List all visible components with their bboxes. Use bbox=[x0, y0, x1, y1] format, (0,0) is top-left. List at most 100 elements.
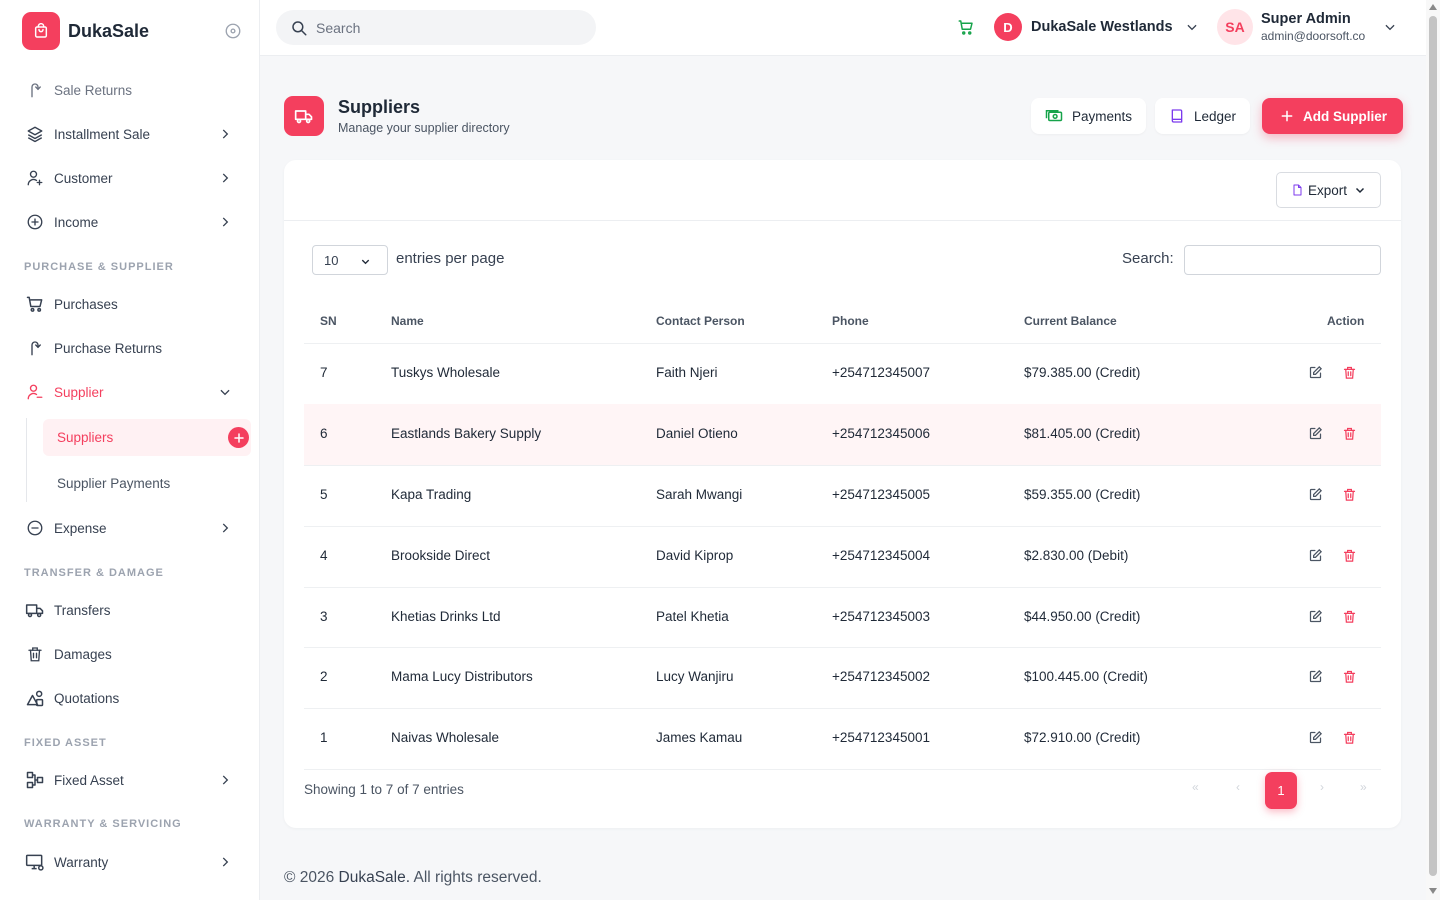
section-label-purchase: PURCHASE & SUPPLIER bbox=[24, 261, 174, 273]
sidebar-item-sale-returns[interactable]: Sale Returns bbox=[24, 72, 236, 108]
add-supplier-button[interactable]: Add Supplier bbox=[1262, 98, 1403, 134]
edit-icon[interactable] bbox=[1308, 487, 1323, 502]
table-row[interactable]: 3 Khetias Drinks Ltd Patel Khetia +25471… bbox=[304, 587, 1381, 648]
entries-value: 10 bbox=[324, 252, 339, 268]
table-row[interactable]: 4 Brookside Direct David Kiprop +2547123… bbox=[304, 526, 1381, 587]
divider bbox=[284, 220, 1401, 221]
footer-rights: All rights reserved. bbox=[413, 869, 542, 886]
chevron-right-icon bbox=[218, 127, 232, 141]
topbar: D DukaSale Westlands SA Super Admin admi… bbox=[260, 0, 1426, 56]
cell-contact: Lucy Wanjiru bbox=[656, 669, 734, 684]
sidebar-item-label: Quotations bbox=[54, 690, 120, 706]
sidebar-item-installment-sale[interactable]: Installment Sale bbox=[24, 116, 236, 152]
sidebar-item-purchases[interactable]: Purchases bbox=[24, 286, 236, 322]
edit-icon[interactable] bbox=[1308, 426, 1323, 441]
entries-per-page-select[interactable]: 10 bbox=[312, 245, 388, 275]
scrollbar[interactable] bbox=[1426, 0, 1440, 900]
sidebar-item-label: Purchase Returns bbox=[54, 340, 163, 356]
pagination-last[interactable]: » bbox=[1360, 780, 1367, 794]
cell-phone: +254712345003 bbox=[832, 609, 930, 624]
edit-icon[interactable] bbox=[1308, 730, 1323, 745]
sidebar-item-label: Purchases bbox=[54, 296, 118, 312]
pagination-page-1[interactable]: 1 bbox=[1265, 772, 1297, 809]
cell-balance: $44.950.00 (Credit) bbox=[1024, 609, 1141, 624]
footer-brand[interactable]: DukaSale. bbox=[339, 869, 411, 886]
sidebar-item-damages[interactable]: Damages bbox=[24, 636, 236, 672]
ledger-button[interactable]: Ledger bbox=[1155, 98, 1251, 134]
sidebar-item-warranty[interactable]: Warranty bbox=[24, 844, 236, 880]
scroll-down-arrow[interactable] bbox=[1429, 888, 1437, 894]
pagination-next[interactable]: › bbox=[1320, 780, 1324, 794]
sidebar-subitem-supplier-payments[interactable]: Supplier Payments bbox=[43, 465, 251, 502]
divider bbox=[304, 769, 1381, 770]
sidebar-item-income[interactable]: Income bbox=[24, 204, 236, 240]
add-icon[interactable] bbox=[228, 427, 249, 448]
edit-icon[interactable] bbox=[1308, 669, 1323, 684]
col-header-balance[interactable]: Current Balance bbox=[1024, 314, 1117, 328]
sidebar-item-supplier[interactable]: Supplier bbox=[24, 374, 236, 410]
sidebar-item-label: Customer bbox=[54, 170, 113, 186]
sidebar-item-fixed-asset[interactable]: Fixed Asset bbox=[24, 762, 236, 798]
sidebar-item-label: Damages bbox=[54, 646, 112, 662]
table-row[interactable]: 5 Kapa Trading Sarah Mwangi +25471234500… bbox=[304, 465, 1381, 526]
table-row[interactable]: 2 Mama Lucy Distributors Lucy Wanjiru +2… bbox=[304, 647, 1381, 708]
col-header-contact[interactable]: Contact Person bbox=[656, 314, 745, 328]
sidebar-subitem-suppliers[interactable]: Suppliers bbox=[43, 419, 251, 456]
edit-icon[interactable] bbox=[1308, 609, 1323, 624]
chevron-down-icon bbox=[1354, 184, 1366, 196]
delete-icon[interactable] bbox=[1342, 548, 1357, 563]
search-input[interactable] bbox=[316, 19, 576, 36]
delete-icon[interactable] bbox=[1342, 426, 1357, 441]
cell-sn: 7 bbox=[320, 365, 328, 380]
book-icon bbox=[1169, 108, 1185, 124]
sidebar-item-purchase-returns[interactable]: Purchase Returns bbox=[24, 330, 236, 366]
export-button[interactable]: Export bbox=[1276, 172, 1381, 208]
sidebar-item-label: Fixed Asset bbox=[54, 772, 124, 788]
page-subtitle: Manage your supplier directory bbox=[338, 121, 510, 135]
global-search[interactable] bbox=[276, 10, 596, 45]
edit-icon[interactable] bbox=[1308, 548, 1323, 563]
money-icon bbox=[1045, 108, 1063, 124]
user-minus-icon bbox=[24, 381, 46, 403]
table-row[interactable]: 1 Naivas Wholesale James Kamau +25471234… bbox=[304, 708, 1381, 769]
cell-sn: 4 bbox=[320, 548, 328, 563]
table-row[interactable]: 6 Eastlands Bakery Supply Daniel Otieno … bbox=[304, 404, 1381, 465]
store-name: DukaSale Westlands bbox=[1031, 19, 1173, 35]
pagination-first[interactable]: « bbox=[1192, 780, 1199, 794]
payments-label: Payments bbox=[1072, 108, 1133, 124]
user-menu[interactable]: SA Super Admin admin@doorsoft.co bbox=[1217, 9, 1397, 45]
cart-icon[interactable] bbox=[957, 18, 975, 36]
table-row[interactable]: 7 Tuskys Wholesale Faith Njeri +25471234… bbox=[304, 343, 1381, 404]
delete-icon[interactable] bbox=[1342, 609, 1357, 624]
sidebar-item-expense[interactable]: Expense bbox=[24, 510, 236, 546]
sidebar-toggle-icon[interactable] bbox=[224, 22, 242, 40]
sidebar-item-transfers[interactable]: Transfers bbox=[24, 592, 236, 628]
user-name: Super Admin bbox=[1261, 11, 1351, 27]
cell-name: Mama Lucy Distributors bbox=[391, 669, 533, 684]
scroll-up-arrow[interactable] bbox=[1429, 4, 1437, 10]
store-switcher[interactable]: D DukaSale Westlands bbox=[994, 13, 1199, 41]
delete-icon[interactable] bbox=[1342, 365, 1357, 380]
sidebar-item-label: Income bbox=[54, 214, 99, 230]
chevron-down-icon bbox=[1185, 20, 1199, 34]
col-header-phone[interactable]: Phone bbox=[832, 314, 869, 328]
brand[interactable]: DukaSale bbox=[22, 12, 149, 50]
table-search-input[interactable] bbox=[1184, 245, 1381, 275]
sidebar-item-customer[interactable]: Customer bbox=[24, 160, 236, 196]
chevron-right-icon bbox=[218, 521, 232, 535]
table-search-label: Search: bbox=[1122, 250, 1174, 267]
pagination-prev[interactable]: ‹ bbox=[1236, 780, 1240, 794]
sidebar-item-quotations[interactable]: Quotations bbox=[24, 680, 236, 716]
cell-name: Khetias Drinks Ltd bbox=[391, 609, 501, 624]
footer: © 2026 DukaSale. All rights reserved. bbox=[284, 869, 542, 887]
delete-icon[interactable] bbox=[1342, 730, 1357, 745]
col-header-name[interactable]: Name bbox=[391, 314, 424, 328]
delete-icon[interactable] bbox=[1342, 669, 1357, 684]
delete-icon[interactable] bbox=[1342, 487, 1357, 502]
edit-icon[interactable] bbox=[1308, 365, 1323, 380]
col-header-sn[interactable]: SN bbox=[320, 314, 337, 328]
layers-icon bbox=[24, 123, 46, 145]
cell-phone: +254712345001 bbox=[832, 730, 930, 745]
scroll-thumb[interactable] bbox=[1429, 16, 1437, 876]
payments-button[interactable]: Payments bbox=[1031, 98, 1147, 134]
